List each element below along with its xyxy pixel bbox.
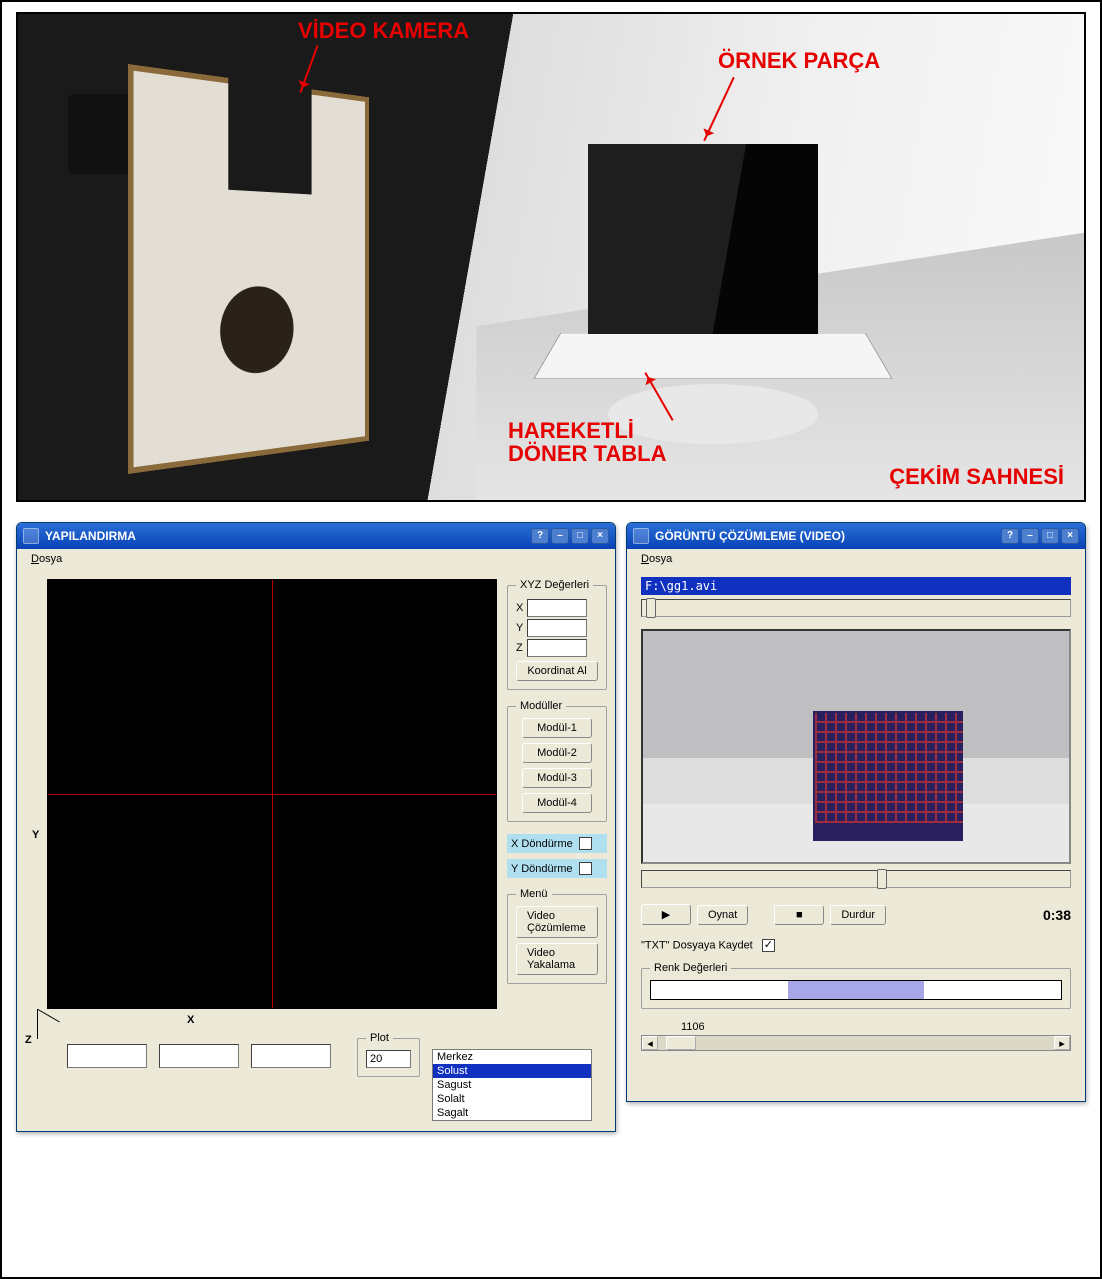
scroll-right-icon[interactable]: ▸ (1054, 1036, 1070, 1050)
hscroll[interactable]: ◂ ▸ (641, 1035, 1071, 1051)
menu-file[interactable]: Dosya (635, 553, 678, 565)
list-item[interactable]: Solust (433, 1064, 591, 1078)
list-item[interactable]: Sagust (433, 1078, 591, 1092)
input-bottom-3[interactable] (251, 1044, 331, 1068)
lbl-save-txt: "TXT" Dosyaya Kaydet (641, 939, 753, 951)
color-bar (650, 980, 1062, 1000)
input-bottom-2[interactable] (159, 1044, 239, 1068)
lbl-x: X (516, 602, 523, 614)
list-item[interactable]: Sagalt (433, 1106, 591, 1120)
title-config: YAPILANDIRMA (45, 529, 136, 543)
chk-xrot[interactable] (579, 837, 592, 850)
axis-x: X (187, 1014, 194, 1026)
titlebar-video[interactable]: GÖRÜNTÜ ÇÖZÜMLEME (VIDEO) ? – □ × (627, 523, 1085, 549)
annot-scene: ÇEKİM SAHNESİ (889, 465, 1064, 488)
maximize-button[interactable]: □ (571, 528, 589, 544)
experiment-photo: VİDEO KAMERA ÖRNEK PARÇA HAREKETLİDÖNER … (16, 12, 1086, 502)
list-item[interactable]: Merkez (433, 1050, 591, 1064)
legend-color: Renk Değerleri (650, 962, 731, 974)
chk-yrot[interactable] (579, 862, 592, 875)
lbl-z: Z (516, 642, 523, 654)
detection-overlay (815, 713, 963, 823)
legend-xyz: XYZ Değerleri (516, 579, 593, 591)
scroll-left-icon[interactable]: ◂ (642, 1036, 658, 1050)
btn-video-analysis[interactable]: Video Çözümleme (516, 906, 598, 938)
btn-module-3[interactable]: Modül-3 (522, 768, 592, 788)
btn-stop[interactable]: Durdur (830, 905, 886, 925)
plot-area[interactable] (47, 579, 497, 1009)
btn-module-4[interactable]: Modül-4 (522, 793, 592, 813)
group-modules: Modüller Modül-1 Modül-2 Modül-3 Modül-4 (507, 700, 607, 822)
minimize-button[interactable]: – (1021, 528, 1039, 544)
close-button[interactable]: × (591, 528, 609, 544)
chk-save-txt[interactable] (762, 939, 775, 952)
lbl-y: Y (516, 622, 523, 634)
input-y[interactable] (527, 619, 587, 637)
input-z[interactable] (527, 639, 587, 657)
app-icon (23, 528, 39, 544)
btn-video-capture[interactable]: Video Yakalama (516, 943, 598, 975)
help-button[interactable]: ? (531, 528, 549, 544)
legend-plot: Plot (366, 1032, 393, 1044)
annot-sample: ÖRNEK PARÇA (718, 49, 880, 72)
axis-z: Z (25, 1034, 32, 1046)
group-color: Renk Değerleri (641, 962, 1071, 1009)
window-video: GÖRÜNTÜ ÇÖZÜMLEME (VIDEO) ? – □ × Dosya … (626, 522, 1086, 1102)
help-button[interactable]: ? (1001, 528, 1019, 544)
path-display: F:\gg1.avi (641, 577, 1071, 595)
input-plot[interactable] (366, 1050, 411, 1068)
btn-play[interactable]: Oynat (697, 905, 748, 925)
group-xyz: XYZ Değerleri X Y Z Koordinat Al (507, 579, 607, 690)
app-icon (633, 528, 649, 544)
maximize-button[interactable]: □ (1041, 528, 1059, 544)
axis-y: Y (32, 829, 39, 841)
legend-modules: Modüller (516, 700, 566, 712)
title-video: GÖRÜNTÜ ÇÖZÜMLEME (VIDEO) (655, 529, 845, 543)
annot-turntable: HAREKETLİDÖNER TABLA (508, 419, 666, 465)
input-x[interactable] (527, 599, 587, 617)
btn-module-2[interactable]: Modül-2 (522, 743, 592, 763)
input-bottom-1[interactable] (67, 1044, 147, 1068)
video-preview (641, 629, 1071, 864)
listbox-position[interactable]: MerkezSolustSagustSolaltSagalt (432, 1049, 592, 1121)
minimize-button[interactable]: – (551, 528, 569, 544)
btn-coord[interactable]: Koordinat Al (516, 661, 597, 681)
row-xrot: X Döndürme (507, 834, 607, 853)
stop-icon-button[interactable]: ■ (774, 905, 824, 925)
list-item[interactable]: Solalt (433, 1092, 591, 1106)
time-display: 0:38 (1043, 907, 1071, 923)
play-icon-button[interactable]: ▶ (641, 904, 691, 925)
lbl-xrot: X Döndürme (511, 838, 573, 850)
group-plot: Plot (357, 1032, 420, 1077)
window-config: YAPILANDIRMA ? – □ × Dosya Y X (16, 522, 616, 1132)
close-button[interactable]: × (1061, 528, 1079, 544)
group-menu: Menü Video Çözümleme Video Yakalama (507, 888, 607, 984)
titlebar-config[interactable]: YAPILANDIRMA ? – □ × (17, 523, 615, 549)
slider-top[interactable] (641, 599, 1071, 617)
menu-file[interactable]: Dosya (25, 553, 68, 565)
row-yrot: Y Döndürme (507, 859, 607, 878)
counter: 1106 (681, 1021, 1071, 1033)
btn-module-1[interactable]: Modül-1 (522, 718, 592, 738)
lbl-yrot: Y Döndürme (511, 863, 573, 875)
slider-progress[interactable] (641, 870, 1071, 888)
annot-camera: VİDEO KAMERA (298, 19, 469, 42)
legend-menu: Menü (516, 888, 552, 900)
